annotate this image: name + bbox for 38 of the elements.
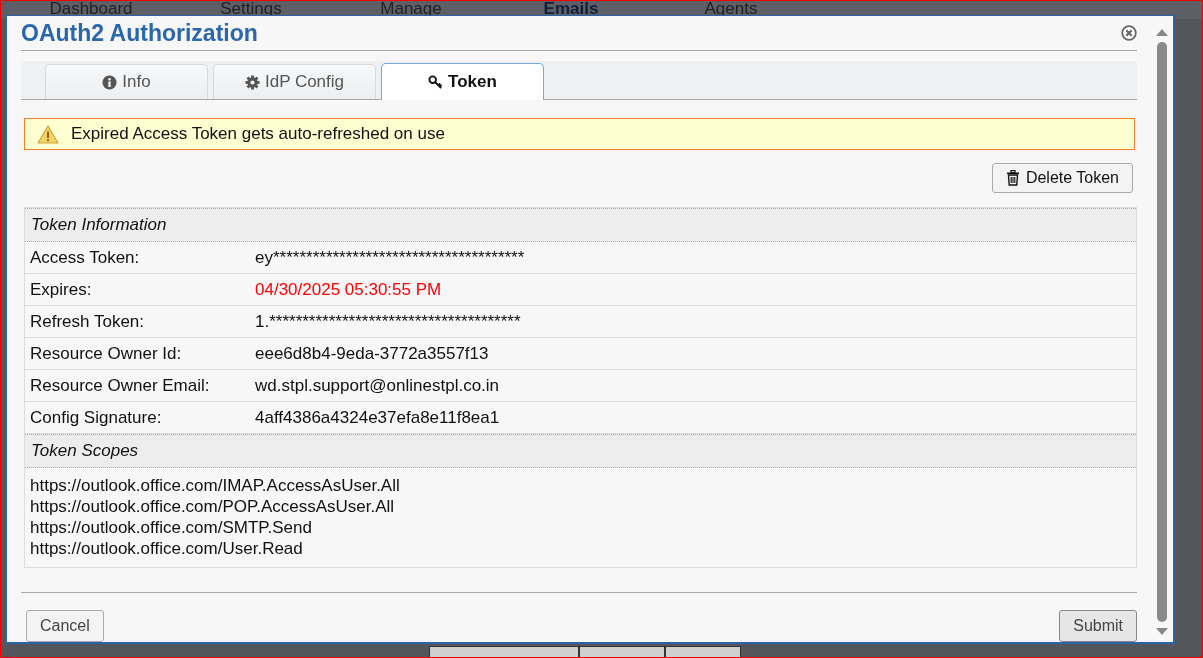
- section-title: Token Information: [31, 215, 167, 235]
- section-title: Token Scopes: [31, 441, 139, 461]
- info-icon: [102, 74, 118, 90]
- scope-url: https://outlook.office.com/POP.AccessAsUser.All: [30, 496, 396, 517]
- field-label: Config Signature:: [29, 407, 163, 428]
- gear-icon: [244, 74, 260, 90]
- field-value: 1.**************************************: [255, 311, 521, 332]
- submit-button[interactable]: Submit: [1059, 610, 1137, 642]
- key-icon: [428, 74, 444, 90]
- trash-icon: [1005, 170, 1020, 186]
- tab[interactable]: Token: [381, 63, 544, 101]
- field-value: ey**************************************: [255, 247, 525, 268]
- warning-icon: [37, 124, 59, 144]
- scroll-up-icon[interactable]: [1156, 28, 1168, 36]
- scope-url: https://outlook.office.com/User.Read: [30, 538, 304, 559]
- page-button[interactable]: [429, 646, 579, 657]
- field-value: 04/30/2025 05:30:55 PM: [255, 279, 442, 300]
- tab[interactable]: Info: [45, 64, 208, 100]
- page-button[interactable]: [665, 646, 741, 657]
- field-value: 4aff4386a4324e37efa8e11f8ea1: [255, 407, 500, 428]
- scope-url: https://outlook.office.com/SMTP.Send: [30, 517, 313, 538]
- delete-token-button[interactable]: Delete Token: [991, 163, 1133, 193]
- field-label: Refresh Token:: [29, 311, 146, 332]
- page-button[interactable]: [579, 646, 665, 657]
- field-label: Expires:: [29, 279, 93, 300]
- field-label: Resource Owner Id:: [29, 343, 183, 364]
- dialog-title: OAuth2 Authorization: [21, 19, 258, 47]
- close-icon[interactable]: [1121, 25, 1137, 42]
- alert-text: Expired Access Token gets auto-refreshed on use: [71, 124, 445, 145]
- scroll-down-icon[interactable]: [1156, 628, 1168, 636]
- field-label: Resource Owner Email:: [29, 375, 211, 396]
- field-label: Access Token:: [29, 247, 141, 268]
- cancel-button[interactable]: Cancel: [26, 610, 104, 642]
- field-value: wd.stpl.support@onlinestpl.co.in: [255, 375, 500, 396]
- tab[interactable]: IdP Config: [213, 64, 376, 100]
- field-value: eee6d8b4-9eda-3772a3557f13: [255, 343, 489, 364]
- scroll-thumb[interactable]: [1157, 42, 1167, 622]
- scope-url: https://outlook.office.com/IMAP.AccessAsUser.All: [30, 475, 401, 496]
